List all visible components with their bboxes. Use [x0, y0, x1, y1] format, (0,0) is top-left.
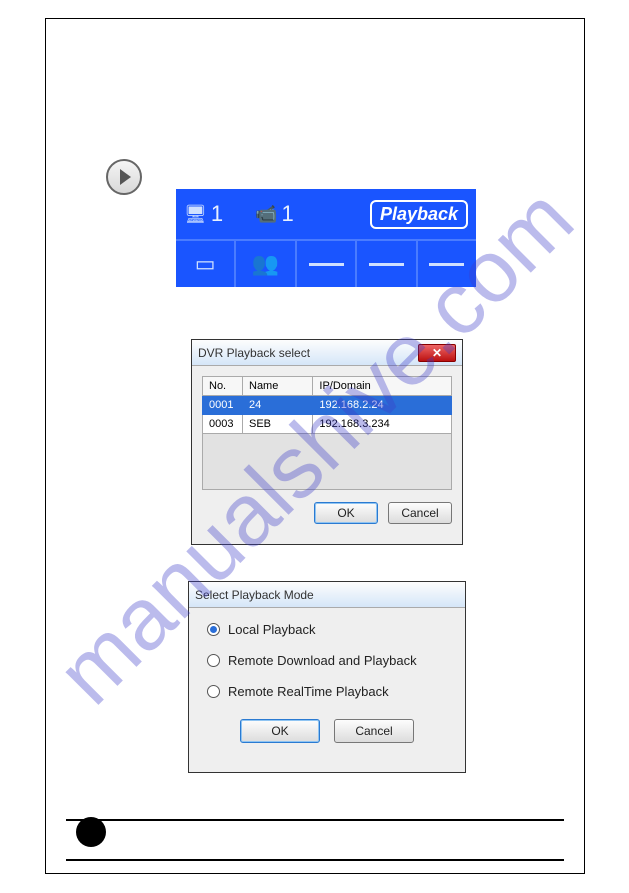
radio-icon: [207, 623, 220, 636]
camera-icon: 📹: [255, 204, 277, 225]
dvr-table[interactable]: No. Name IP/Domain 0001 24 192.168.2.24 …: [202, 376, 452, 434]
table-header-row: No. Name IP/Domain: [203, 377, 452, 396]
cell-ip: 192.168.2.24: [313, 396, 452, 415]
dialog-button-row: OK Cancel: [207, 715, 447, 743]
device-count-value: 1: [211, 201, 223, 227]
cell-name: 24: [243, 396, 313, 415]
banner-bottom-row: ▭ 👥: [176, 239, 476, 287]
dialog-body: No. Name IP/Domain 0001 24 192.168.2.24 …: [192, 366, 462, 534]
cancel-button[interactable]: Cancel: [334, 719, 414, 743]
radio-remote-realtime[interactable]: Remote RealTime Playback: [207, 684, 447, 699]
close-icon[interactable]: ✕: [418, 344, 456, 362]
radio-label: Local Playback: [228, 622, 315, 637]
camera-count-value: 1: [282, 201, 294, 227]
table-empty-area: [202, 434, 452, 490]
playback-button[interactable]: Playback: [370, 200, 468, 229]
radio-icon: [207, 654, 220, 667]
cell-ip: 192.168.3.234: [313, 415, 452, 434]
table-row[interactable]: 0003 SEB 192.168.3.234: [203, 415, 452, 434]
divider-bottom: [66, 859, 564, 861]
col-ip: IP/Domain: [313, 377, 452, 396]
radio-label: Remote RealTime Playback: [228, 684, 389, 699]
dialog-body: Local Playback Remote Download and Playb…: [189, 608, 465, 753]
table-row[interactable]: 0001 24 192.168.2.24: [203, 396, 452, 415]
radio-label: Remote Download and Playback: [228, 653, 417, 668]
camera-count: 📹 1: [255, 201, 294, 227]
ok-button[interactable]: OK: [314, 502, 378, 524]
page-frame: manualshive.com 🖥 1 📹 1 Playback ▭ 👥: [45, 18, 585, 874]
cell-no: 0001: [203, 396, 243, 415]
dialog-titlebar: Select Playback Mode: [189, 582, 465, 608]
dialog-titlebar: DVR Playback select ✕: [192, 340, 462, 366]
slot-5: [418, 241, 476, 287]
slot-4: [357, 241, 417, 287]
dvr-playback-select-dialog: DVR Playback select ✕ No. Name IP/Domain…: [191, 339, 463, 545]
banner-top-row: 🖥 1 📹 1 Playback: [176, 189, 476, 239]
play-triangle-icon: [120, 169, 131, 185]
dialog-title-text: Select Playback Mode: [195, 588, 314, 602]
slot-3: [297, 241, 357, 287]
users-icon[interactable]: 👥: [236, 241, 296, 287]
dialog-title-text: DVR Playback select: [198, 346, 310, 360]
radio-remote-download[interactable]: Remote Download and Playback: [207, 653, 447, 668]
bullet-icon: [76, 817, 106, 847]
dialog-button-row: OK Cancel: [202, 490, 452, 524]
cell-name: SEB: [243, 415, 313, 434]
select-playback-mode-dialog: Select Playback Mode Local Playback Remo…: [188, 581, 466, 773]
ok-button[interactable]: OK: [240, 719, 320, 743]
device-icon: 🖥: [184, 204, 207, 225]
cell-no: 0003: [203, 415, 243, 434]
col-no: No.: [203, 377, 243, 396]
device-count: 🖥 1: [184, 201, 223, 227]
radio-icon: [207, 685, 220, 698]
col-name: Name: [243, 377, 313, 396]
divider-top: [66, 819, 564, 821]
monitor-icon[interactable]: ▭: [176, 241, 236, 287]
play-icon[interactable]: [106, 159, 142, 195]
cancel-button[interactable]: Cancel: [388, 502, 452, 524]
radio-local-playback[interactable]: Local Playback: [207, 622, 447, 637]
playback-banner: 🖥 1 📹 1 Playback ▭ 👥: [176, 189, 476, 287]
